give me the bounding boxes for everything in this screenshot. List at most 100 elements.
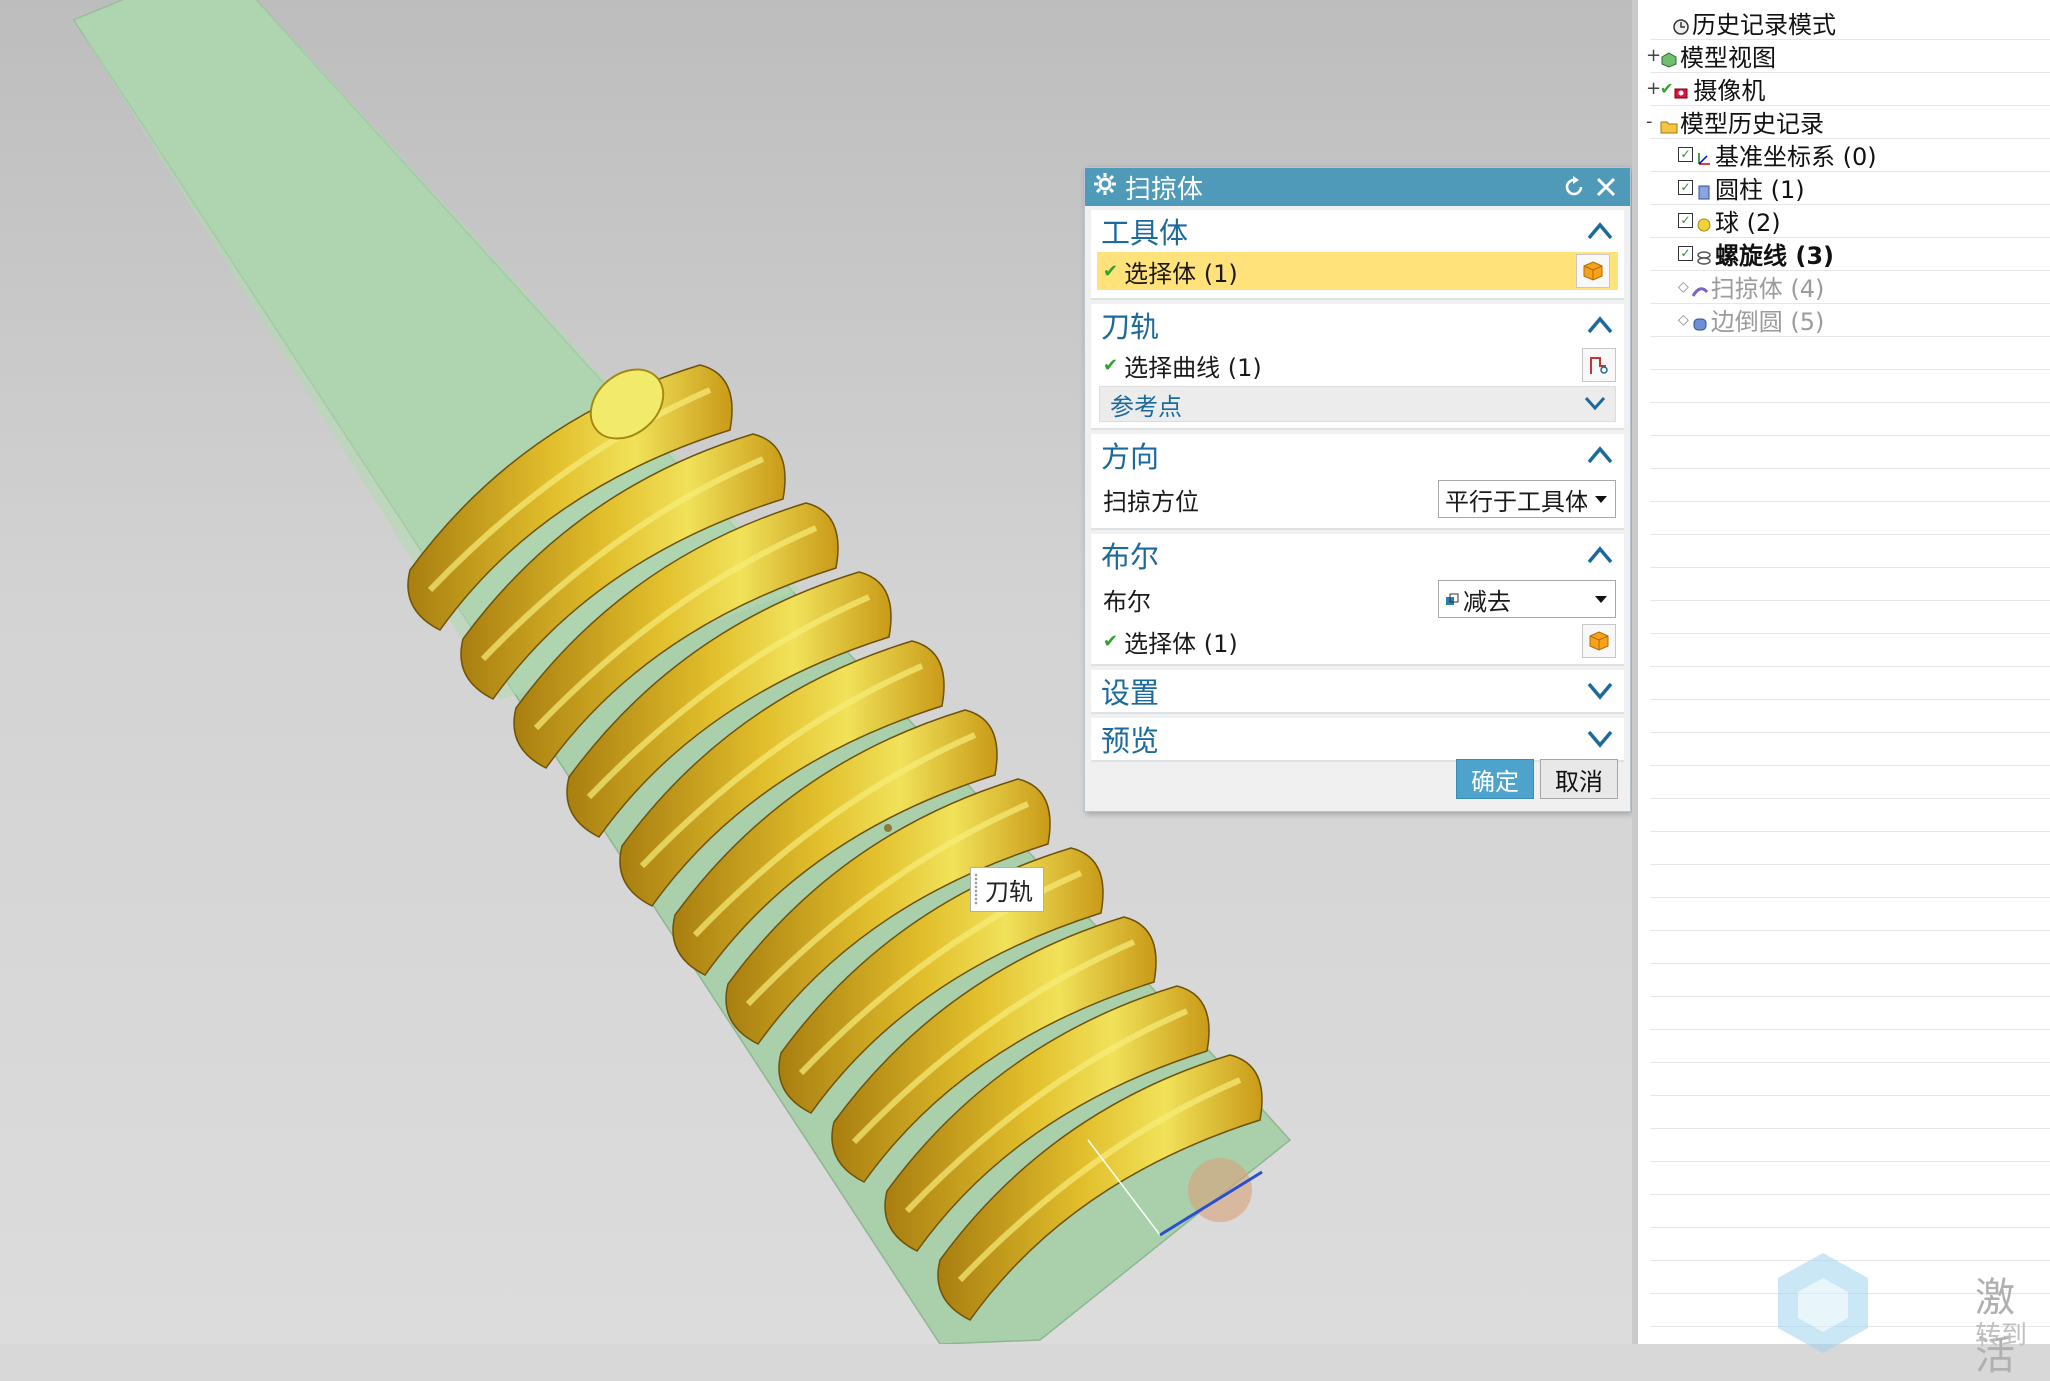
nav-item-label: 基准坐标系 (0) <box>1715 143 1877 171</box>
nav-item-label: 模型视图 <box>1680 44 1776 72</box>
section-direction: 方向 扫掠方位 平行于工具体 <box>1091 434 1624 530</box>
select-body-label: 选择体 (1) <box>1124 629 1238 658</box>
expand-icon[interactable]: + <box>1646 45 1661 66</box>
cancel-button[interactable]: 取消 <box>1540 759 1618 799</box>
nav-item-helix[interactable]: ✓ 螺旋线 (3) <box>1678 237 1834 270</box>
navigator-row-line <box>1650 897 2050 931</box>
nav-item-label: 扫掠体 (4) <box>1710 275 1825 303</box>
nav-item-label: 边倒圆 (5) <box>1710 308 1825 336</box>
ok-button[interactable]: 确定 <box>1456 759 1534 799</box>
checkbox[interactable]: ✓ <box>1678 147 1693 162</box>
nav-item-cylinder[interactable]: ✓ 圆柱 (1) <box>1678 171 1805 204</box>
select-body-row[interactable]: ✔ 选择体 (1) <box>1097 252 1618 290</box>
navigator-row-line <box>1650 831 2050 865</box>
section-header-direction[interactable]: 方向 <box>1091 434 1624 476</box>
section-tool-body: 工具体 ✔ 选择体 (1) <box>1091 210 1624 300</box>
navigator-row-line <box>1650 1029 2050 1063</box>
navigator-row-line <box>1650 402 2050 436</box>
dialog-footer: 确定 取消 <box>1456 759 1618 799</box>
section-header-tool-body[interactable]: 工具体 <box>1091 210 1624 252</box>
nav-item-edge-blend[interactable]: ◇ 边倒圆 (5) <box>1678 303 1824 336</box>
navigator-row-line <box>1650 534 2050 568</box>
clock-icon <box>1672 14 1690 35</box>
dropdown-arrow-icon <box>1587 494 1615 504</box>
navigator-row-line <box>1650 1161 2050 1195</box>
navigator-row-line <box>1650 996 2050 1030</box>
expand-icon[interactable]: + <box>1646 78 1661 99</box>
checkbox[interactable]: ✓ <box>1678 180 1693 195</box>
blend-icon <box>1691 311 1709 330</box>
navigator-row-line <box>1650 369 2050 403</box>
nav-item-label: 历史记录模式 <box>1692 11 1836 39</box>
nav-item-datum-csys[interactable]: ✓ 基准坐标系 (0) <box>1678 138 1877 171</box>
navigator-row-line <box>1650 633 2050 667</box>
nav-item-label: 螺旋线 (3) <box>1715 242 1834 270</box>
select-curve-row[interactable]: ✔ 选择曲线 (1) <box>1091 346 1624 384</box>
check-icon: ✔ <box>1103 354 1119 376</box>
sweep-orientation-row: 扫掠方位 平行于工具体 <box>1091 476 1624 522</box>
boolean-label: 布尔 <box>1103 587 1151 616</box>
navigator-row-line <box>1650 864 2050 898</box>
part-navigator: 历史记录模式 + 模型视图 + ✔ 摄像机 - 模型历史记录 ✓ 基准坐标系 (… <box>1632 0 2050 1344</box>
dialog-titlebar[interactable]: 扫掠体 <box>1085 168 1630 206</box>
solid-body-icon[interactable] <box>1576 254 1610 288</box>
select-body-label: 选择体 (1) <box>1124 259 1238 288</box>
dropdown-arrow-icon <box>1587 594 1615 604</box>
dialog-title: 扫掠体 <box>1125 174 1204 205</box>
boolean-select-body-row[interactable]: ✔ 选择体 (1) <box>1091 622 1624 660</box>
nav-item-history-mode[interactable]: 历史记录模式 <box>1658 6 1836 39</box>
section-header-path[interactable]: 刀轨 <box>1091 304 1624 346</box>
section-title: 预览 <box>1101 724 1160 758</box>
close-icon[interactable] <box>1590 171 1622 203</box>
reference-point-subsection[interactable]: 参考点 <box>1099 386 1616 422</box>
navigator-row-line <box>1650 1095 2050 1129</box>
nav-item-model-views[interactable]: + 模型视图 <box>1646 39 1776 72</box>
navigator-row-line <box>1650 1194 2050 1228</box>
select-curve-label: 选择曲线 (1) <box>1124 353 1262 382</box>
section-title: 工具体 <box>1101 216 1189 250</box>
nav-item-model-history[interactable]: - 模型历史记录 <box>1646 105 1824 138</box>
chevron-up-icon[interactable] <box>1586 308 1614 342</box>
chevron-up-icon[interactable] <box>1586 214 1614 248</box>
section-header-preview[interactable]: 预览 <box>1091 718 1624 760</box>
watermark-logo-icon <box>1778 1253 1868 1353</box>
views-icon <box>1660 47 1678 68</box>
sweep-orientation-dropdown[interactable]: 平行于工具体 <box>1438 480 1616 518</box>
section-header-boolean[interactable]: 布尔 <box>1091 534 1624 576</box>
section-title: 布尔 <box>1101 540 1160 574</box>
subsection-title: 参考点 <box>1110 392 1182 421</box>
checkbox[interactable]: ✓ <box>1678 213 1693 228</box>
section-settings: 设置 <box>1091 670 1624 714</box>
boolean-row: 布尔 减去 <box>1091 576 1624 622</box>
viewport-path-label: 刀轨 <box>970 867 1044 912</box>
navigator-row-line <box>1650 336 2050 370</box>
checkbox[interactable]: ✓ <box>1678 246 1693 261</box>
check-icon: ✔ <box>1660 79 1674 98</box>
chevron-down-icon[interactable] <box>1583 390 1607 418</box>
curve-select-icon[interactable] <box>1582 348 1616 382</box>
boolean-dropdown[interactable]: 减去 <box>1438 580 1616 618</box>
navigator-row-line <box>1650 600 2050 634</box>
nav-item-label: 球 (2) <box>1715 209 1781 237</box>
section-title: 方向 <box>1101 440 1160 474</box>
camera-icon <box>1673 80 1691 98</box>
helix-icon <box>1695 245 1713 265</box>
nav-item-sweep[interactable]: ◇ 扫掠体 (4) <box>1678 270 1824 303</box>
section-path: 刀轨 ✔ 选择曲线 (1) 参考点 <box>1091 304 1624 430</box>
chevron-up-icon[interactable] <box>1586 438 1614 472</box>
collapse-icon[interactable]: - <box>1646 111 1660 132</box>
navigator-row-line <box>1650 435 2050 469</box>
csys-icon <box>1695 146 1713 165</box>
nav-item-camera[interactable]: + ✔ 摄像机 <box>1646 72 1765 105</box>
solid-body-icon[interactable] <box>1582 624 1616 658</box>
cylinder-icon <box>1695 179 1713 199</box>
chevron-down-icon[interactable] <box>1586 722 1614 756</box>
reset-icon[interactable] <box>1558 171 1590 203</box>
chevron-down-icon[interactable] <box>1586 674 1614 708</box>
diamond-icon: ◇ <box>1678 311 1689 328</box>
chevron-up-icon[interactable] <box>1586 538 1614 572</box>
navigator-row-line <box>1650 930 2050 964</box>
section-header-settings[interactable]: 设置 <box>1091 670 1624 712</box>
nav-item-sphere[interactable]: ✓ 球 (2) <box>1678 204 1781 237</box>
section-boolean: 布尔 布尔 减去 ✔ 选择体 (1) <box>1091 534 1624 666</box>
